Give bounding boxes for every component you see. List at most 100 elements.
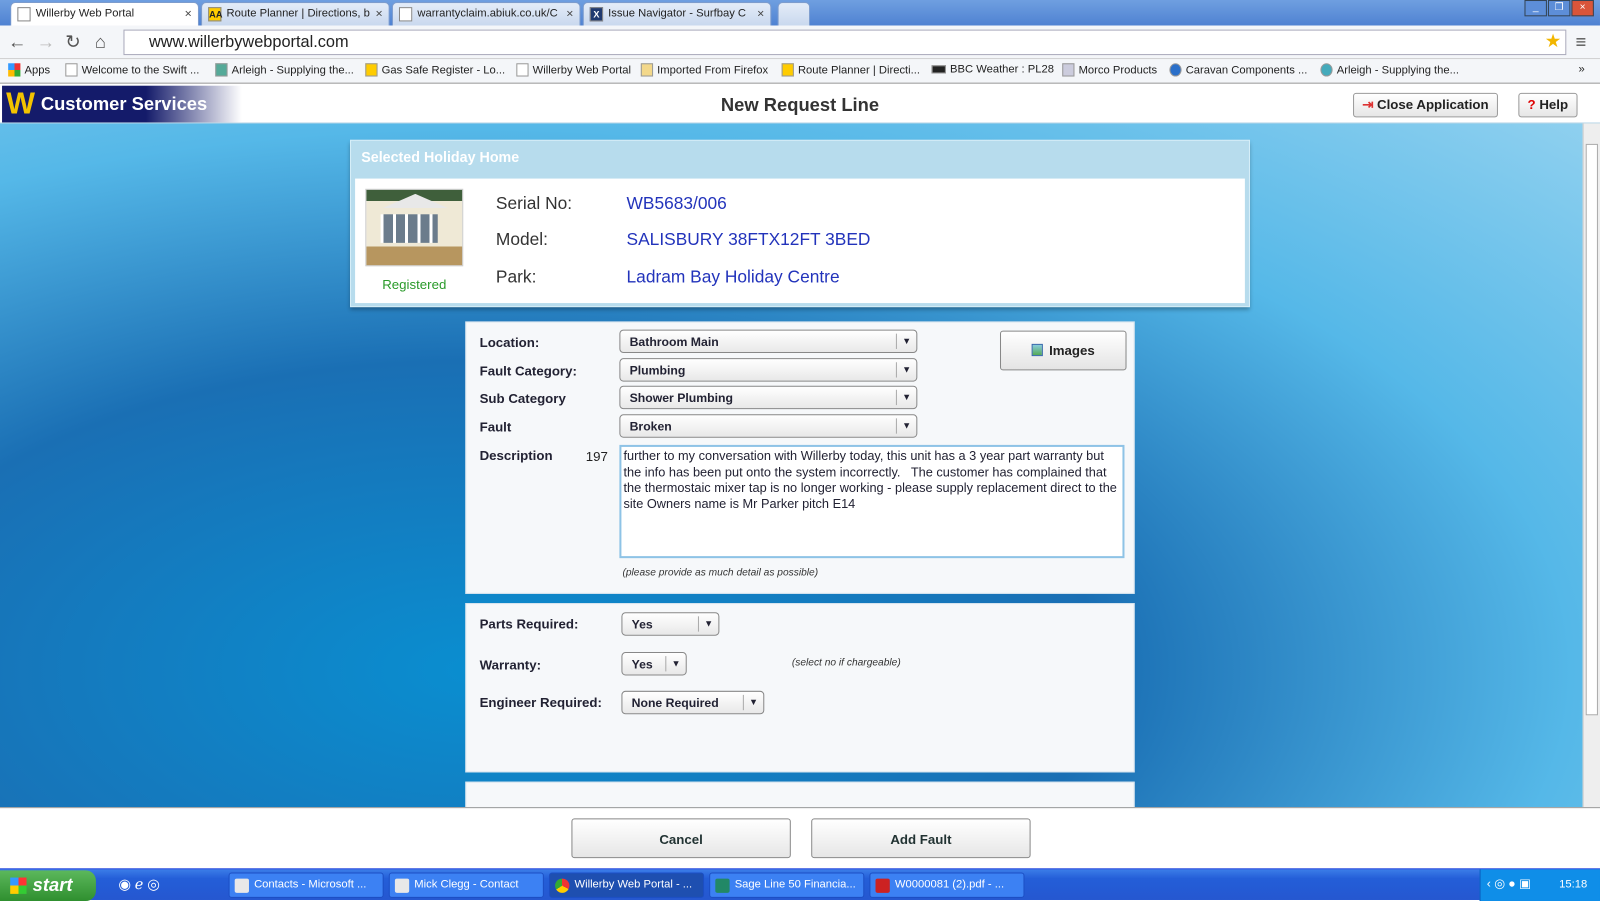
footer-bar: Cancel Add Fault [0, 807, 1600, 868]
taskbar-item[interactable]: Sage Line 50 Financia... [709, 872, 865, 898]
outlook-icon [234, 878, 249, 893]
restore-icon[interactable]: ❐ [1547, 0, 1571, 17]
app-header: W Customer Services New Request Line ⇥ Cl… [0, 84, 1600, 124]
tab-willerby[interactable]: Willerby Web Portal × [10, 2, 199, 26]
bookmark-item[interactable]: BBC Weather : PL28 [931, 63, 1054, 76]
tab-warrantyclaim[interactable]: warrantyclaim.abiuk.co.uk/C × [391, 2, 581, 26]
bookmark-apps[interactable]: Apps [8, 63, 50, 77]
bookmark-item[interactable]: Gas Safe Register - Lo... [365, 63, 506, 77]
character-count: 197 [585, 448, 608, 465]
taskbar-item[interactable]: Mick Clegg - Contact [388, 872, 544, 898]
registration-status: Registered [382, 276, 447, 292]
clock: 15:18 [1559, 878, 1588, 891]
bookmark-label: Arleigh - Supplying the... [231, 63, 354, 77]
arleigh-icon [1320, 63, 1333, 77]
bookmark-label: Gas Safe Register - Lo... [381, 63, 506, 77]
bookmark-item[interactable]: Arleigh - Supplying the... [215, 63, 354, 77]
sub-category-select[interactable]: Shower Plumbing ▼ [619, 385, 918, 410]
page-icon [398, 7, 413, 22]
taskbar-label: Sage Line 50 Financia... [734, 878, 856, 891]
select-value: Shower Plumbing [629, 390, 733, 406]
requirements-panel: Parts Required: Yes ▼ Warranty: Yes ▼ (sel… [465, 603, 1135, 773]
location-select[interactable]: Bathroom Main ▼ [619, 329, 918, 354]
bookmark-item[interactable]: Morco Products [1062, 63, 1157, 77]
back-icon[interactable]: ← [8, 32, 26, 53]
close-tab-icon[interactable]: × [185, 6, 192, 20]
parts-required-label: Parts Required: [479, 616, 579, 632]
dropdown-arrow-icon: ▼ [742, 694, 763, 711]
fault-details-panel: Location: Bathroom Main ▼ Fault Category:… [465, 321, 1135, 594]
taskbar-item-active[interactable]: Willerby Web Portal - ... [548, 872, 705, 898]
aa-icon [781, 63, 794, 77]
add-fault-button[interactable]: Add Fault [811, 818, 1031, 859]
select-value: Plumbing [629, 363, 686, 378]
apps-icon [8, 63, 21, 77]
bbc-icon [931, 65, 946, 74]
tab-title: Willerby Web Portal [35, 7, 135, 20]
bookmark-label: Route Planner | Directi... [797, 63, 921, 77]
next-panel [465, 781, 1135, 808]
dropdown-arrow-icon: ▼ [665, 656, 685, 672]
home-icon[interactable]: ⌂ [95, 32, 106, 53]
start-button[interactable]: start [0, 870, 96, 901]
warranty-select[interactable]: Yes ▼ [621, 652, 687, 676]
fault-category-select[interactable]: Plumbing ▼ [619, 358, 918, 382]
sage-icon [715, 878, 730, 893]
bookmark-label: Arleigh - Supplying the... [1336, 63, 1460, 77]
fault-category-label: Fault Category: [479, 363, 577, 379]
bookmark-item[interactable]: Arleigh - Supplying the... [1320, 63, 1460, 77]
sub-category-label: Sub Category [479, 390, 566, 407]
images-button[interactable]: Images [999, 330, 1127, 371]
taskbar-label: W0000081 (2).pdf - ... [894, 878, 1005, 891]
address-bar[interactable]: www.willerbywebportal.com ★ [123, 29, 1567, 56]
engineer-required-select[interactable]: None Required ▼ [621, 690, 765, 715]
serial-value: WB5683/006 [626, 193, 727, 214]
bookmark-item[interactable]: Welcome to the Swift ... [65, 63, 199, 77]
cancel-button[interactable]: Cancel [571, 818, 791, 859]
bookmark-label: BBC Weather : PL28 [949, 63, 1054, 76]
aa-icon: AA [208, 7, 222, 22]
minimize-icon[interactable]: _ [1524, 0, 1547, 17]
dropdown-arrow-icon: ▼ [895, 362, 916, 378]
taskbar-label: Mick Clegg - Contact [414, 878, 519, 891]
close-application-button[interactable]: ⇥ Close Application [1353, 92, 1498, 118]
scrollbar-thumb[interactable] [1585, 143, 1598, 716]
tray-icons[interactable]: ‹ ◎ ● ▣ [1487, 877, 1531, 891]
tab-title: warrantyclaim.abiuk.co.uk/C [417, 7, 558, 20]
tab-issue-navigator[interactable]: X Issue Navigator - Surfbay C × [582, 2, 772, 26]
star-icon[interactable]: ★ [1545, 31, 1561, 52]
vertical-scrollbar[interactable] [1582, 123, 1600, 808]
page-icon [516, 63, 529, 77]
new-tab-button[interactable] [777, 2, 811, 26]
forward-icon[interactable]: → [37, 32, 55, 53]
button-label: Close Application [1377, 96, 1489, 113]
bookmark-item[interactable]: Route Planner | Directi... [781, 63, 921, 77]
more-bookmarks-icon[interactable]: » [1579, 63, 1585, 75]
bookmark-label: Imported From Firefox [657, 63, 769, 77]
holiday-home-photo [365, 188, 464, 267]
system-tray: ‹ ◎ ● ▣ 15:18 [1479, 869, 1600, 901]
tab-title: Route Planner | Directions, b [226, 7, 370, 20]
bookmark-item[interactable]: Caravan Components ... [1169, 63, 1307, 77]
taskbar-item[interactable]: W0000081 (2).pdf - ... [869, 872, 1025, 898]
help-button[interactable]: ? Help [1518, 92, 1578, 118]
taskbar-item[interactable]: Contacts - Microsoft ... [228, 872, 384, 898]
question-icon: ? [1527, 96, 1540, 113]
quick-launch-icons[interactable]: ◉ ℯ ◎ [118, 876, 159, 893]
fault-select[interactable]: Broken ▼ [619, 414, 918, 438]
taskbar-label: Willerby Web Portal - ... [574, 878, 693, 891]
reload-icon[interactable]: ↻ [65, 32, 80, 53]
menu-icon[interactable]: ≡ [1575, 32, 1586, 53]
close-tab-icon[interactable]: × [375, 6, 382, 20]
description-textarea[interactable]: further to my conversation with Willerby… [619, 444, 1125, 559]
tab-route-planner[interactable]: AA Route Planner | Directions, b × [201, 2, 390, 26]
close-window-icon[interactable]: × [1571, 0, 1594, 17]
bookmark-folder[interactable]: Imported From Firefox [640, 63, 769, 77]
close-tab-icon[interactable]: × [566, 6, 573, 20]
close-tab-icon[interactable]: × [757, 6, 764, 20]
chrome-icon [555, 878, 570, 893]
select-value: Yes [631, 657, 653, 672]
parts-required-select[interactable]: Yes ▼ [621, 612, 720, 636]
bookmark-item[interactable]: Willerby Web Portal [516, 63, 631, 77]
tab-title: Issue Navigator - Surfbay C [608, 7, 747, 20]
